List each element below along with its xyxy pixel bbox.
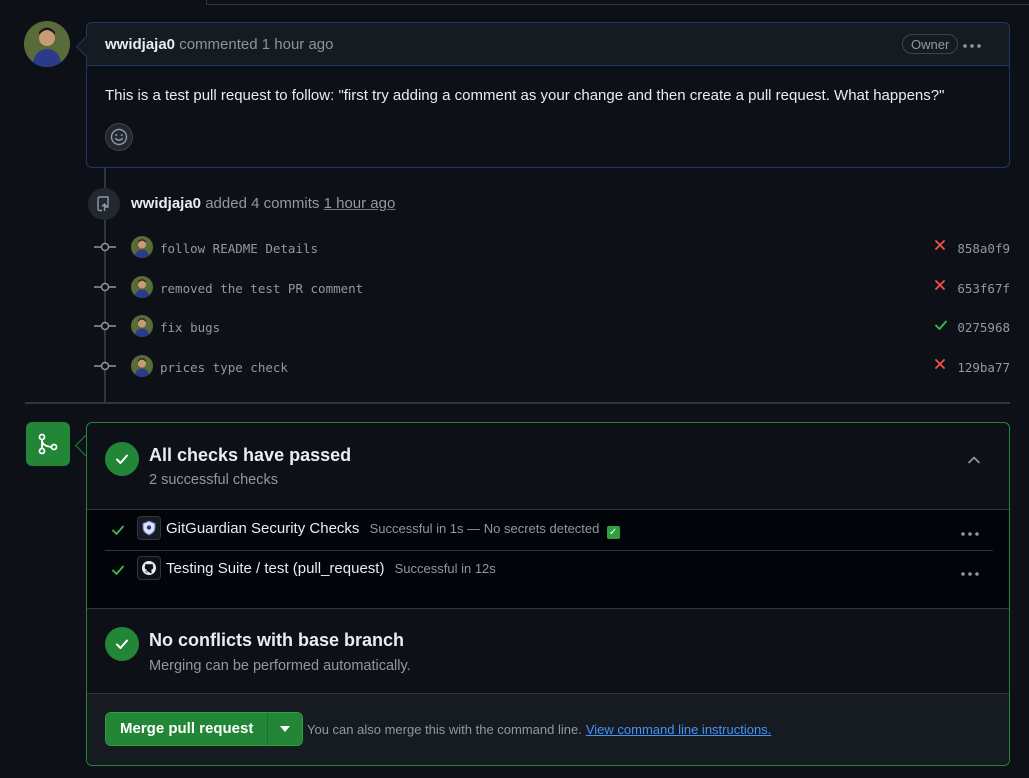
commit-message[interactable]: removed the test PR comment <box>160 281 363 296</box>
commit-row: follow README Details 858a0f9 <box>94 235 1010 261</box>
check-circle-icon <box>105 627 139 661</box>
push-action: added 4 commits <box>205 195 320 212</box>
avatar[interactable] <box>131 355 153 377</box>
commit-sha[interactable]: 653f67f <box>957 281 1010 296</box>
commit-message[interactable]: prices type check <box>160 360 288 375</box>
merge-help-text: You can also merge this with the command… <box>307 722 771 737</box>
command-line-instructions-link[interactable]: View command line instructions. <box>586 722 771 737</box>
check-icon <box>111 563 125 580</box>
check-detail: Successful in 12s <box>394 561 496 576</box>
commit-row: fix bugs 0275968 <box>94 314 1010 340</box>
owner-badge: Owner <box>902 34 959 54</box>
smiley-icon <box>110 128 128 146</box>
repo-push-icon <box>88 188 120 220</box>
timeline-divider <box>25 402 1010 404</box>
commit-message[interactable]: follow README Details <box>160 241 318 256</box>
git-commit-icon <box>94 240 116 254</box>
triangle-down-icon <box>280 726 291 732</box>
comment-options-icon[interactable] <box>963 38 981 49</box>
x-icon[interactable] <box>934 358 946 373</box>
comment-header: wwidjaja0 commented 1 hour ago Owner <box>87 23 1009 66</box>
git-commit-icon <box>94 280 116 294</box>
push-event-text: wwidjaja0 added 4 commits 1 hour ago <box>131 195 395 212</box>
checks-subtitle: 2 successful checks <box>149 472 278 488</box>
avatar[interactable] <box>131 276 153 298</box>
merge-pull-request-button[interactable]: Merge pull request <box>106 713 268 745</box>
commit-message[interactable]: fix bugs <box>160 320 220 335</box>
comment-author[interactable]: wwidjaja0 <box>105 36 175 53</box>
checkbox-emoji-icon: ✓ <box>606 526 620 539</box>
top-border <box>206 0 1029 5</box>
git-commit-icon <box>94 319 116 333</box>
avatar[interactable] <box>131 236 153 258</box>
check-item[interactable]: GitGuardian Security Checks Successful i… <box>105 510 993 551</box>
commit-row: prices type check 129ba77 <box>94 354 1010 380</box>
merge-button-group: Merge pull request <box>105 712 304 746</box>
merge-box: All checks have passed 2 successful chec… <box>86 422 1010 766</box>
check-icon[interactable] <box>934 318 948 335</box>
add-reaction-button[interactable] <box>105 123 133 151</box>
checks-title: All checks have passed <box>149 445 352 465</box>
commit-row: removed the test PR comment 653f67f <box>94 275 1010 301</box>
check-icon <box>111 523 125 540</box>
push-author[interactable]: wwidjaja0 <box>131 195 201 212</box>
checks-summary[interactable]: All checks have passed 2 successful chec… <box>87 423 1009 509</box>
conflicts-title: No conflicts with base branch <box>149 630 405 650</box>
x-icon[interactable] <box>934 279 946 294</box>
commit-sha[interactable]: 858a0f9 <box>957 241 1010 256</box>
checks-list: GitGuardian Security Checks Successful i… <box>87 509 1009 609</box>
check-detail: Successful in 1s — No secrets detected <box>369 521 600 536</box>
push-time[interactable]: 1 hour ago <box>324 195 396 212</box>
gitguardian-icon <box>137 516 161 540</box>
check-item[interactable]: Testing Suite / test (pull_request) Succ… <box>105 550 993 590</box>
comment-time[interactable]: 1 hour ago <box>262 36 334 53</box>
avatar[interactable] <box>24 21 70 67</box>
commit-sha[interactable]: 129ba77 <box>957 360 1010 375</box>
check-name: GitGuardian Security Checks <box>166 520 360 537</box>
merge-footer: Merge pull request You can also merge th… <box>87 693 1009 765</box>
avatar[interactable] <box>131 315 153 337</box>
check-circle-icon <box>105 442 139 476</box>
git-merge-icon <box>26 422 70 466</box>
git-commit-icon <box>94 359 116 373</box>
chevron-up-icon[interactable] <box>967 453 981 470</box>
comment-box: wwidjaja0 commented 1 hour ago Owner Thi… <box>75 22 1010 168</box>
x-icon[interactable] <box>934 239 946 254</box>
merge-method-dropdown[interactable] <box>267 713 303 745</box>
check-name: Testing Suite / test (pull_request) <box>166 560 385 577</box>
commit-sha[interactable]: 0275968 <box>957 320 1010 335</box>
conflicts-section: No conflicts with base branch Merging ca… <box>87 609 1009 693</box>
conflicts-subtitle: Merging can be performed automatically. <box>149 658 411 674</box>
merge-help-label: You can also merge this with the command… <box>307 722 582 737</box>
check-options-icon[interactable] <box>961 566 979 577</box>
comment-body: This is a test pull request to follow: "… <box>105 87 945 104</box>
comment-action: commented <box>179 36 258 53</box>
github-icon <box>137 556 161 580</box>
check-options-icon[interactable] <box>961 526 979 537</box>
